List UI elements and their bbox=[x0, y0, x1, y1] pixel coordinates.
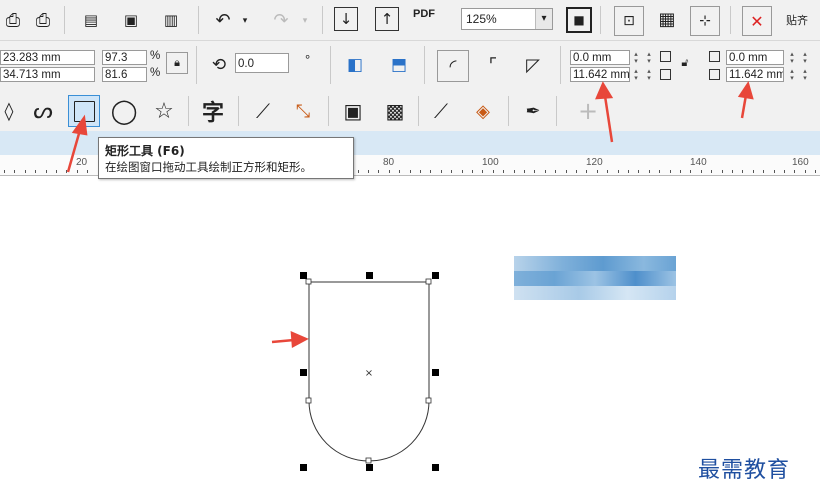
arrowhead-icon bbox=[290, 331, 309, 349]
arrow-to-rectangle-tool bbox=[66, 129, 82, 173]
arrowhead-icon bbox=[595, 81, 614, 100]
watermark-text: 最需教育 bbox=[698, 458, 791, 483]
arrowhead-icon bbox=[71, 114, 88, 136]
arrowhead-icon bbox=[737, 81, 754, 100]
arrow-to-corner-radius-left bbox=[603, 95, 614, 143]
arrow-to-corner-radius-right bbox=[740, 94, 748, 119]
arrow-to-shape bbox=[271, 338, 295, 344]
annotation-arrows bbox=[66, 81, 754, 349]
